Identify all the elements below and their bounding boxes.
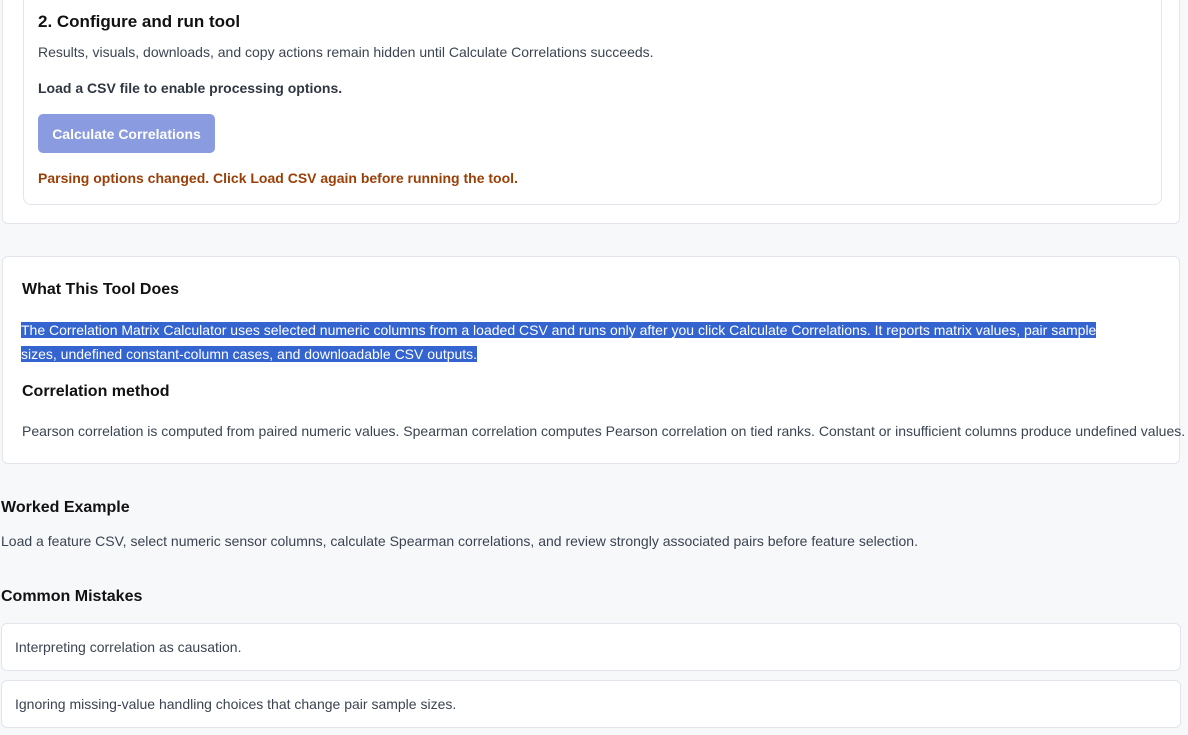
mistake-item: Interpreting correlation as causation. — [1, 623, 1181, 671]
mistake-item: Ignoring missing-value handling choices … — [1, 680, 1181, 728]
parsing-warning: Parsing options changed. Click Load CSV … — [38, 170, 518, 186]
about-description: The Correlation Matrix Calculator uses s… — [21, 318, 1131, 366]
configure-title: 2. Configure and run tool — [38, 12, 241, 31]
calculate-correlations-button[interactable]: Calculate Correlations — [38, 114, 215, 153]
example-title: Worked Example — [1, 499, 130, 516]
load-csv-note: Load a CSV file to enable processing opt… — [38, 80, 343, 96]
method-title: Correlation method — [22, 383, 170, 400]
mistakes-title: Common Mistakes — [1, 588, 143, 605]
method-description: Pearson correlation is computed from pai… — [22, 423, 1186, 439]
example-description: Load a feature CSV, select numeric senso… — [1, 533, 918, 549]
about-title: What This Tool Does — [22, 281, 180, 298]
configure-section — [2, 0, 1180, 224]
about-description-selected-text: The Correlation Matrix Calculator uses s… — [21, 322, 1097, 362]
configure-description: Results, visuals, downloads, and copy ac… — [38, 44, 654, 60]
